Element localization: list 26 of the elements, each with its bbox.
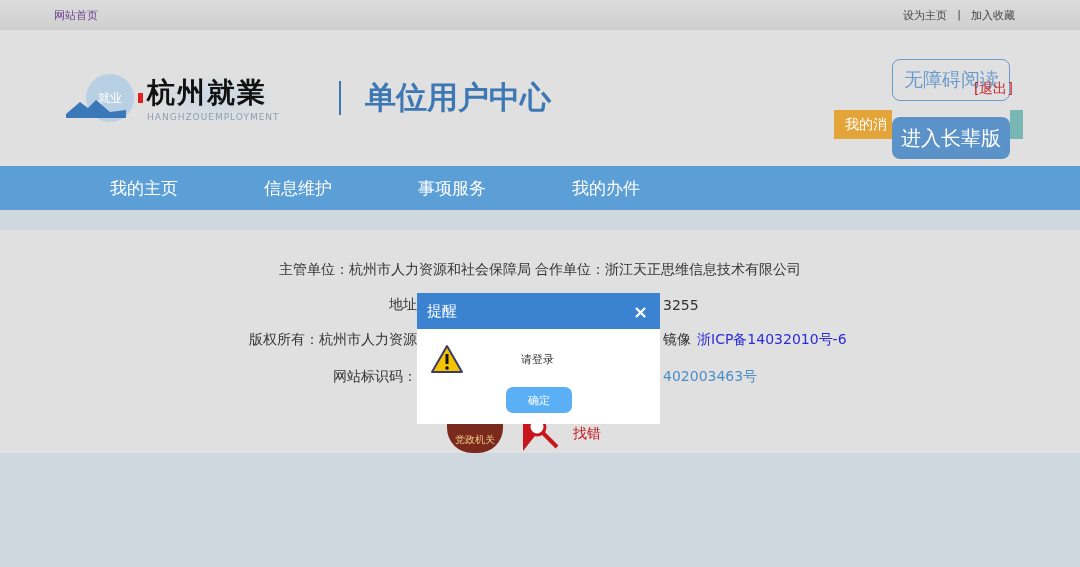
- footer-text: 主管单位：杭州市人力资源和社会保障局 合作单位：浙江天正思维信息技术有限公司: [278, 260, 802, 279]
- separator: |: [957, 7, 961, 23]
- dialog-title: 提醒: [427, 301, 457, 321]
- nav-item[interactable]: 我的办件: [572, 176, 640, 200]
- footer-text: 版权所有：杭州市人力资源: [249, 331, 417, 350]
- page-title: 单位用户中心: [365, 78, 551, 117]
- nav-item[interactable]: 我的主页: [110, 176, 178, 200]
- close-button[interactable]: ×: [632, 300, 648, 322]
- nav-item[interactable]: 信息维护: [264, 176, 332, 200]
- messages-button[interactable]: 我的消: [834, 110, 892, 139]
- warning-icon: [431, 344, 463, 374]
- ok-button[interactable]: 确定: [505, 387, 572, 413]
- top-link[interactable]: 设为主页: [903, 7, 948, 23]
- footer-text: 网站标识码：: [333, 368, 417, 387]
- footer-link[interactable]: 浙ICP备14032010号-6: [697, 331, 847, 350]
- nav-item[interactable]: 事项服务: [418, 176, 486, 200]
- home-link[interactable]: 网站首页: [54, 7, 98, 23]
- footer-text: 镜像: [663, 331, 691, 350]
- dialog-message: 请登录: [521, 351, 554, 367]
- top-link[interactable]: 加入收藏: [971, 7, 1015, 23]
- elder-mode-button[interactable]: 进入长辈版: [892, 117, 1010, 159]
- menu-button[interactable]: [1010, 110, 1023, 139]
- footer-text: 地址: [389, 295, 417, 314]
- logo-drawing: 就业 杭州就業 HANGHZOUEMPLOYMENT: [66, 68, 311, 128]
- footer-link[interactable]: 402003463号: [663, 368, 758, 387]
- footer-text: 3255: [663, 296, 699, 313]
